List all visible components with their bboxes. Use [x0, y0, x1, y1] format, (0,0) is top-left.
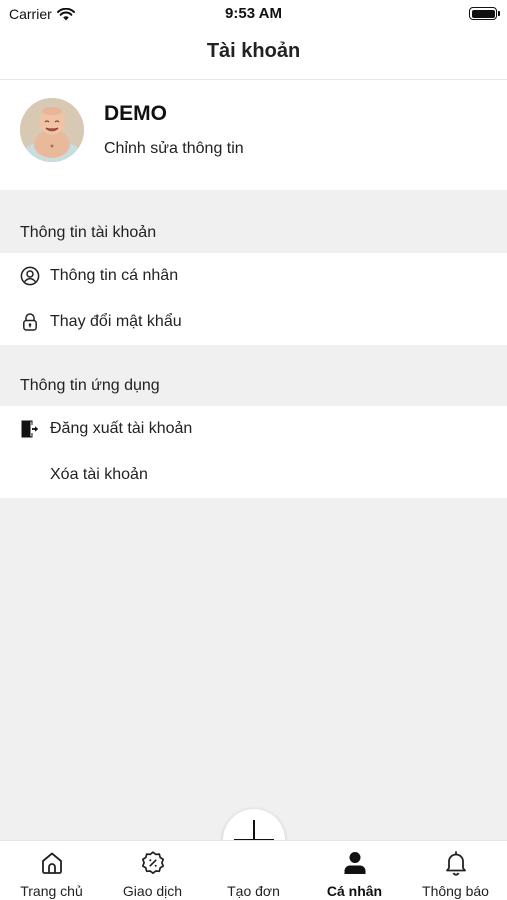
section-title-app-info: Thông tin ứng dụng	[20, 377, 160, 394]
tab-label: Trang chủ	[20, 883, 83, 899]
menu-item-label: Xóa tài khoản	[50, 466, 148, 483]
person-icon	[344, 852, 365, 874]
blank-icon-slot	[20, 465, 40, 485]
logout-icon	[20, 419, 40, 439]
lock-icon	[20, 312, 40, 332]
clock: 9:53 AM	[225, 5, 282, 22]
menu-item-logout[interactable]: Đăng xuất tài khoản	[0, 406, 507, 452]
tab-home[interactable]: Trang chủ	[1, 841, 102, 900]
battery-icon	[469, 7, 500, 20]
tab-label: Cá nhân	[326, 883, 383, 899]
menu-item-change-password[interactable]: Thay đổi mật khẩu	[0, 299, 507, 345]
tab-bar: Trang chủ Giao dịch Tạo đơn Cá nhân Thôn…	[0, 840, 507, 900]
menu-item-label: Thông tin cá nhân	[50, 267, 179, 284]
navigation-header: Tài khoản	[0, 28, 507, 80]
profile-name: DEMO	[104, 102, 167, 125]
menu-item-delete-account[interactable]: Xóa tài khoản	[0, 452, 507, 498]
home-icon	[41, 852, 62, 874]
section-title-account-info: Thông tin tài khoản	[20, 224, 157, 241]
tab-create-order[interactable]: Tạo đơn	[203, 841, 304, 900]
edit-profile-link[interactable]: Chỉnh sửa thông tin	[104, 140, 244, 158]
page-title: Tài khoản	[206, 40, 301, 62]
discount-badge-icon	[141, 851, 164, 875]
avatar[interactable]	[20, 98, 84, 162]
tab-profile[interactable]: Cá nhân	[304, 841, 405, 900]
tab-notifications[interactable]: Thông báo	[405, 841, 506, 900]
tab-transactions[interactable]: Giao dịch	[102, 841, 203, 900]
app-info-group: Đăng xuất tài khoản Xóa tài khoản	[0, 406, 507, 498]
menu-item-label: Thay đổi mật khẩu	[50, 313, 182, 330]
status-bar: Carrier 9:53 AM	[0, 0, 507, 28]
menu-item-personal-info[interactable]: Thông tin cá nhân	[0, 253, 507, 299]
tab-label: Tạo đơn	[227, 883, 280, 899]
menu-item-label: Đăng xuất tài khoản	[50, 420, 193, 437]
tab-label: Thông báo	[422, 883, 489, 899]
profile-card[interactable]: DEMO Chỉnh sửa thông tin	[0, 80, 507, 190]
avatar-image	[20, 98, 84, 162]
account-info-group: Thông tin cá nhân Thay đổi mật khẩu	[0, 253, 507, 345]
tab-label: Giao dịch	[122, 883, 183, 899]
bell-icon	[445, 851, 466, 876]
user-circle-icon	[20, 266, 40, 286]
